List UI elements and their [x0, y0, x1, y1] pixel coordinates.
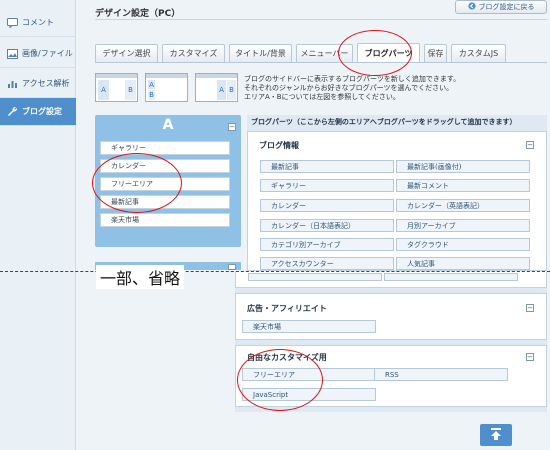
description-line: ブログのサイドバーに表示するブログパーツを新しく追加できます。	[244, 75, 461, 83]
description-line: それぞれのジャンルからお好きなブログパーツを選んでください。	[244, 84, 454, 92]
back-to-blog-settings-button[interactable]: ブログ設定に戻る	[455, 0, 547, 14]
thumb-area-a: A	[148, 80, 155, 89]
part-item[interactable]: RSS	[374, 368, 508, 381]
comment-icon	[7, 17, 18, 28]
annotation-circle	[338, 30, 412, 76]
tab-custom-js[interactable]: カスタムJS	[451, 44, 506, 62]
sidebar-item-comment[interactable]: コメント	[0, 9, 76, 37]
part-item[interactable]: 人気記事	[396, 257, 530, 270]
collapse-icon[interactable]: −	[526, 141, 534, 149]
title-divider	[95, 19, 547, 20]
wrench-icon	[7, 106, 18, 117]
omission-note: 一部、省略	[96, 265, 185, 289]
thumb-area-b: B	[125, 80, 136, 100]
tab-save[interactable]: 保存	[424, 44, 447, 62]
tab-title-background[interactable]: タイトル/背景	[229, 44, 292, 62]
part-item[interactable]: 最新コメント	[396, 179, 530, 192]
group-title: ブログ情報	[259, 141, 299, 150]
ad-group: 広告・アフィリエイト − 楽天市場	[235, 293, 547, 340]
area-a-item[interactable]: 楽天市場	[100, 213, 230, 227]
tab-customize[interactable]: カスタマイズ	[162, 44, 225, 62]
description: ブログのサイドバーに表示するブログパーツを新しく追加できます。 それぞれのジャン…	[244, 75, 544, 102]
layout-thumbnail: A B	[195, 73, 238, 102]
part-item[interactable]: カレンダー	[260, 199, 394, 212]
sidebar-item-blog-settings[interactable]: ブログ設定	[0, 98, 76, 126]
annotation-circle	[237, 349, 323, 411]
annotation-circle	[92, 153, 182, 213]
part-item[interactable]: カレンダー（日本語表記）	[260, 219, 394, 232]
collapse-icon[interactable]: −	[228, 123, 236, 131]
thumb-area-a: A	[98, 80, 109, 100]
parts-panel-header: ブログパーツ（ここから左側のエリアへブログパーツをドラッグして追加できます）	[251, 118, 517, 126]
tab-label: タイトル/背景	[235, 49, 286, 58]
tab-divider	[95, 62, 547, 63]
group-title: 広告・アフィリエイト	[247, 304, 327, 313]
collapse-icon[interactable]: −	[526, 353, 534, 361]
scroll-to-top-button[interactable]	[480, 424, 512, 446]
part-item[interactable]: アクセスカウンター	[260, 257, 394, 270]
part-item[interactable]: 最新記事	[260, 160, 394, 173]
area-a-item[interactable]: ギャラリー	[100, 141, 230, 155]
tab-label: デザイン選択	[102, 49, 151, 58]
thumb-area-a: A	[217, 80, 226, 100]
part-item-partial[interactable]	[248, 273, 382, 281]
part-item[interactable]: カレンダー（英語表記）	[396, 199, 530, 212]
omission-divider	[0, 271, 550, 272]
sidebar-item-label: ブログ設定	[22, 107, 62, 116]
collapse-icon[interactable]: −	[526, 304, 534, 312]
tab-label: カスタムJS	[458, 49, 499, 58]
part-item[interactable]: タグクラウド	[396, 238, 530, 251]
part-item[interactable]: ギャラリー	[260, 179, 394, 192]
sidebar-item-label: コメント	[22, 18, 54, 27]
hidden-group-partial	[235, 272, 547, 288]
part-item[interactable]: カテゴリ別アーカイブ	[260, 238, 394, 251]
thumb-area-b: B	[148, 90, 155, 100]
thumb-area-b: B	[227, 80, 236, 100]
arrow-up-icon	[490, 428, 502, 442]
sidebar-item-label: アクセス解析	[22, 79, 70, 88]
tab-label: 保存	[427, 49, 444, 58]
tab-design-select[interactable]: デザイン選択	[95, 44, 158, 62]
image-icon	[7, 48, 18, 59]
blog-info-group: ブログ情報 − 最新記事 最新記事(画像付) ギャラリー 最新コメント カレンダ…	[247, 131, 547, 271]
back-arrow-icon	[467, 2, 476, 12]
sidebar-item-analytics[interactable]: アクセス解析	[0, 70, 76, 98]
part-item[interactable]: 楽天市場	[242, 320, 376, 333]
layout-thumbnail: A B	[95, 73, 138, 102]
part-item[interactable]: 月別アーカイブ	[396, 219, 530, 232]
area-a-title: A	[162, 117, 174, 133]
sidebar: コメント 画像/ファイル アクセス解析 ブログ設定	[0, 0, 76, 450]
sidebar-item-image[interactable]: 画像/ファイル	[0, 40, 76, 68]
analytics-icon	[7, 78, 18, 89]
collapse-icon[interactable]	[228, 264, 236, 270]
description-line: エリアA・Bについては左図を参照してください。	[244, 93, 400, 101]
part-item[interactable]: 最新記事(画像付)	[396, 160, 530, 173]
sidebar-item-label: 画像/ファイル	[22, 49, 73, 58]
page-title: デザイン設定（PC）	[95, 9, 181, 19]
back-button-label: ブログ設定に戻る	[478, 3, 535, 11]
tab-label: カスタマイズ	[169, 49, 218, 58]
layout-thumbnail: A B	[145, 73, 188, 102]
part-item-partial[interactable]	[384, 273, 518, 281]
